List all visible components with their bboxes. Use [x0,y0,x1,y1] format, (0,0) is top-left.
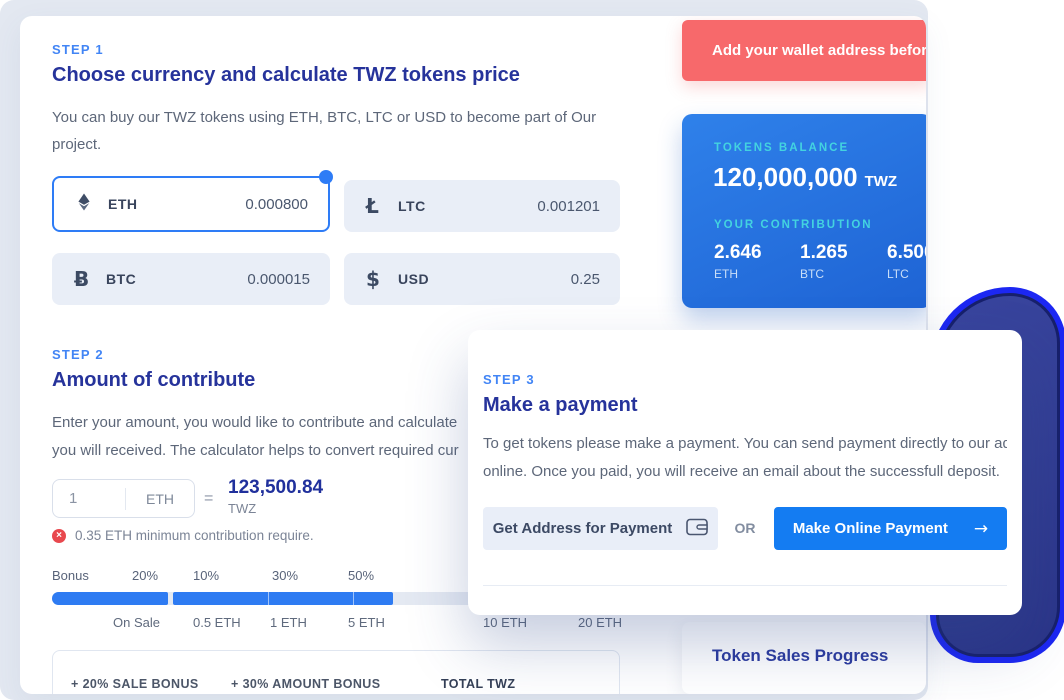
or-separator: OR [730,520,760,536]
tokens-balance-label: TOKENS BALANCE [714,142,849,154]
error-icon: × [52,529,66,543]
make-payment-modal: STEP 3 Make a payment To get tokens plea… [468,330,1022,615]
bar-tick [268,592,269,605]
contribution-btc: 1.265 BTC [800,242,848,281]
get-address-button[interactable]: Get Address for Payment [483,507,718,550]
token-sales-progress-title: Token Sales Progress [712,646,888,666]
currency-card-ltc[interactable]: Ł LTC 0.001201 [344,180,620,232]
litecoin-icon: Ł [366,194,388,218]
bonus-percent: 10% [193,568,219,583]
make-online-payment-button[interactable]: Make Online Payment → [774,507,1007,550]
step2-label: STEP 2 [52,347,104,362]
currency-code: BTC [106,271,136,287]
result-value: 123,500.84 [228,477,323,499]
bar-milestone: 0.5 ETH [193,615,241,630]
contribution-label: YOUR CONTRIBUTION [714,219,873,231]
bar-milestone: 1 ETH [270,615,307,630]
tokens-balance-card: TOKENS BALANCE 120,000,000TWZ YOUR CONTR… [682,114,926,308]
contribution-eth: 2.646 ETH [714,242,762,281]
ethereum-icon [76,192,98,216]
currency-code: LTC [398,198,426,214]
modal-divider [483,585,1007,586]
equals-sign: = [204,490,213,508]
step3-label: STEP 3 [483,372,535,387]
wallet-alert-banner[interactable]: Add your wallet address before buy [682,20,926,81]
currency-rate: 0.001201 [537,198,600,215]
currency-card-btc[interactable]: Ƀ BTC 0.000015 [52,253,330,305]
currency-rate: 0.000015 [247,271,310,288]
arrow-right-icon: → [974,519,988,539]
bitcoin-icon: Ƀ [74,267,96,291]
step1-description: You can buy our TWZ tokens using ETH, BT… [52,104,632,158]
amount-input-group: ETH [52,479,195,518]
amount-unit: ETH [126,491,194,507]
token-sales-progress-card: Token Sales Progress [682,622,926,694]
step1-label: STEP 1 [52,42,104,57]
buy-tokens-page: STEP 1 Choose currency and calculate TWZ… [0,0,1064,700]
currency-rate: 0.000800 [245,196,308,213]
step1-title: Choose currency and calculate TWZ tokens… [52,64,520,87]
bar-milestone: 20 ETH [578,615,622,630]
selected-dot [319,170,333,184]
bar-fill-segment [173,592,393,605]
step3-description: To get tokens please make a payment. You… [483,430,1007,486]
amount-bonus: + 30% AMOUNT BONUS [231,677,380,691]
bar-tick [353,592,354,605]
currency-code: USD [398,271,429,287]
sale-bonus: + 20% SALE BONUS [71,677,199,691]
bonus-percent: 30% [272,568,298,583]
tokens-balance-value: 120,000,000TWZ [713,162,897,193]
currency-card-eth[interactable]: ETH 0.000800 [52,176,330,232]
total-twz: TOTAL TWZ [441,677,515,691]
bar-fill-segment [52,592,168,605]
dollar-icon: $ [366,267,388,291]
amount-input[interactable] [53,490,125,507]
bonus-percent: 20% [132,568,158,583]
currency-rate: 0.25 [571,271,600,288]
contribution-ltc: 6.500 LTC [887,242,926,281]
currency-card-usd[interactable]: $ USD 0.25 [344,253,620,305]
bonus-percent: 50% [348,568,374,583]
bonus-summary-box: + 20% SALE BONUS + 30% AMOUNT BONUS TOTA… [52,650,620,694]
step2-title: Amount of contribute [52,369,255,392]
result-unit: TWZ [228,501,256,516]
min-contribution-error: × 0.35 ETH minimum contribution require. [52,528,314,543]
bar-milestone: 5 ETH [348,615,385,630]
step3-title: Make a payment [483,394,638,417]
currency-code: ETH [108,196,138,212]
bonus-label: Bonus [52,568,89,583]
wallet-icon [686,518,708,540]
bar-milestone: 10 ETH [483,615,527,630]
bar-milestone: On Sale [113,615,160,630]
